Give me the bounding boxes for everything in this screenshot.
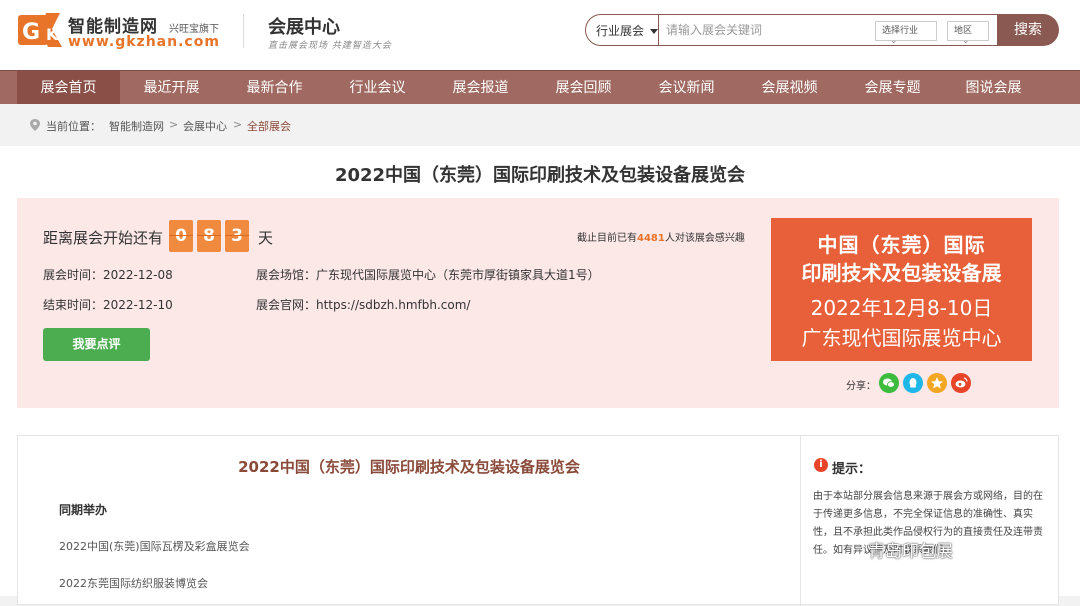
section-title[interactable]: 会展中心 <box>268 13 340 39</box>
section-slogan: 直击展会现场 共建智造大会 <box>268 41 392 51</box>
main-content: 2022中国（东莞）国际印刷技术及包装设备展览会 距离展会开始还有 0 8 3 … <box>0 146 1080 606</box>
breadcrumb-separator: > <box>169 118 179 131</box>
weibo-icon[interactable] <box>951 373 971 393</box>
svg-text:K: K <box>46 25 59 44</box>
share-label: 分享： <box>846 381 876 392</box>
chevron-down-icon: ⌄ <box>890 36 898 46</box>
start-date: 展会时间：2022-12-08 <box>43 268 173 282</box>
interest-count-text: 截止目前已有4481人对该展会感兴趣 <box>577 229 745 244</box>
tip-title: 提示： <box>832 462 872 477</box>
logo-url[interactable]: www.gkzhan.com <box>68 34 220 50</box>
breadcrumb-item-current[interactable]: 全部展会 <box>247 118 291 134</box>
logo-tagline: 兴旺宝旗下 <box>169 24 219 35</box>
banner-line: 广东现代国际展览中心 <box>801 326 1002 350</box>
countdown-digit: 0 <box>169 220 193 252</box>
interest-count: 4481 <box>637 233 665 244</box>
countdown-digit: 3 <box>225 220 249 252</box>
svg-text:G: G <box>22 20 40 45</box>
chevron-down-icon: ⌄ <box>962 36 970 46</box>
gk-logo-icon[interactable]: G K <box>16 9 64 51</box>
interest-suffix: 人对该展会感兴趣 <box>664 233 745 244</box>
caret-down-icon <box>650 29 659 34</box>
breadcrumb: 当前位置： 智能制造网 > 会展中心 > 全部展会 <box>0 104 1080 146</box>
qzone-star-icon[interactable] <box>927 373 947 393</box>
nav-item-video[interactable]: 会展视频 <box>738 71 841 105</box>
main-nav: 展会首页 最近开展 最新合作 行业会议 展会报道 展会回顾 会议新闻 会展视频 … <box>0 70 1080 105</box>
nav-item-gallery[interactable]: 图说会展 <box>942 71 1045 105</box>
venue: 展会场馆：广东现代国际展览中心（东莞市厚街镇家具大道1号） <box>256 268 600 282</box>
search-separator <box>658 15 659 45</box>
nav-item-topics[interactable]: 会展专题 <box>841 71 944 105</box>
breadcrumb-item-center[interactable]: 会展中心 <box>183 118 227 134</box>
qq-icon[interactable] <box>903 373 923 393</box>
industry-filter[interactable]: 选择行业⌄ <box>875 21 937 46</box>
countdown-unit: 天 <box>258 229 274 247</box>
banner-line: 2022年12月8-10日 <box>810 296 993 320</box>
detail-title: 2022中国（东莞）国际印刷技术及包装设备展览会 <box>238 458 580 476</box>
interest-prefix: 截止目前已有 <box>577 233 637 244</box>
nav-item-reports[interactable]: 展会报道 <box>429 71 532 105</box>
wechat-icon[interactable] <box>879 373 899 393</box>
page-title: 2022中国（东莞）国际印刷技术及包装设备展览会 <box>334 165 746 186</box>
search-category-select[interactable]: 行业展会 <box>596 22 659 39</box>
co-expo-item[interactable]: 2022中国(东莞)国际瓦楞及彩盒展览会 <box>59 538 250 554</box>
breadcrumb-separator: > <box>233 118 243 131</box>
nav-item-home[interactable]: 展会首页 <box>17 71 120 105</box>
info-icon: i <box>814 458 828 472</box>
expo-detail-section: 2022中国（东莞）国际印刷技术及包装设备展览会 同期举办 2022中国(东莞)… <box>17 435 1059 606</box>
region-filter[interactable]: 地区⌄ <box>947 21 989 46</box>
region-filter-label: 地区 <box>954 26 973 36</box>
breadcrumb-label: 当前位置： <box>46 120 101 133</box>
banner-line: 印刷技术及包装设备展 <box>801 261 1002 285</box>
search-category-label: 行业展会 <box>596 24 645 38</box>
countdown-digit: 8 <box>197 220 221 252</box>
co-expo-item[interactable]: 2022东莞国际纺织服装博览会 <box>59 575 208 591</box>
industry-filter-label: 选择行业 <box>882 26 919 36</box>
expo-banner[interactable]: 中国（东莞）国际 印刷技术及包装设备展 2022年12月8-10日 广东现代国际… <box>771 218 1032 361</box>
search-button[interactable]: 搜索 <box>997 14 1059 46</box>
nav-item-conferences[interactable]: 行业会议 <box>326 71 429 105</box>
nav-item-news[interactable]: 会议新闻 <box>635 71 738 105</box>
countdown-label: 距离展会开始还有 <box>43 229 164 247</box>
location-pin-icon <box>30 119 40 131</box>
end-date: 结束时间：2022-12-10 <box>43 298 173 312</box>
nav-item-cooperation[interactable]: 最新合作 <box>223 71 326 105</box>
header-divider <box>243 14 244 48</box>
search-box: 行业展会 选择行业⌄ 地区⌄ <box>585 14 998 46</box>
breadcrumb-item-home[interactable]: 智能制造网 <box>109 118 164 134</box>
review-button[interactable]: 我要点评 <box>43 328 150 361</box>
same-time-heading: 同期举办 <box>59 503 108 517</box>
banner-line: 中国（东莞）国际 <box>817 233 986 257</box>
section-divider <box>800 436 801 606</box>
nav-item-recent[interactable]: 最近开展 <box>120 71 223 105</box>
expo-info-panel: 距离展会开始还有 0 8 3 天 截止目前已有4481人对该展会感兴趣 展会时间… <box>17 198 1059 408</box>
site-header: G K 智能制造网 兴旺宝旗下 www.gkzhan.com 会展中心 直击展会… <box>0 0 1080 70</box>
nav-item-review[interactable]: 展会回顾 <box>532 71 635 105</box>
watermark: 青岛印包展 <box>868 542 953 562</box>
search-input[interactable] <box>666 19 866 41</box>
website[interactable]: 展会官网：https://sdbzh.hmfbh.com/ <box>256 296 470 313</box>
